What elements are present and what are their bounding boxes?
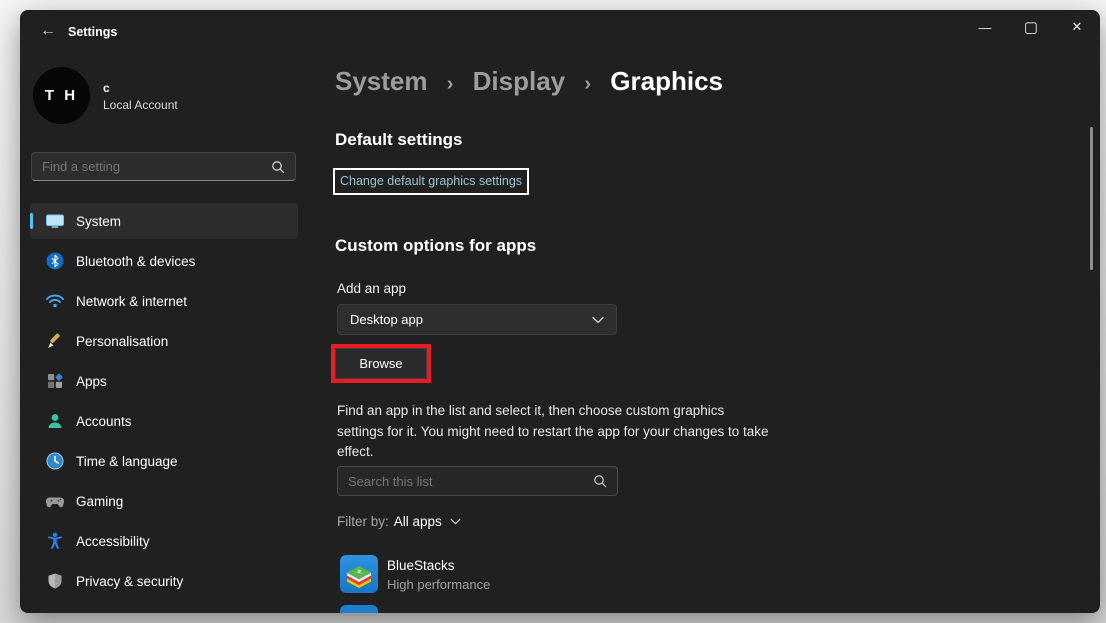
change-default-graphics-link-focus: Change default graphics settings: [333, 168, 529, 195]
chevron-down-icon: [592, 316, 604, 324]
sidebar-item-system[interactable]: System: [30, 203, 298, 239]
app-graphics-preference: High performance: [387, 577, 490, 592]
minimize-button[interactable]: —: [962, 10, 1008, 44]
back-arrow-icon: ←: [40, 22, 56, 40]
sidebar-item-time-language[interactable]: Time & language: [30, 443, 298, 479]
filter-by-label: Filter by:: [337, 514, 389, 529]
sidebar-item-privacy[interactable]: Privacy & security: [30, 563, 298, 599]
breadcrumb-graphics: Graphics: [610, 66, 723, 96]
chevron-down-icon: [450, 518, 461, 525]
window-controls: — ▢ ✕: [962, 10, 1100, 44]
bluestacks-app-icon: [340, 555, 378, 593]
main-content: System › Display › Graphics Default sett…: [335, 50, 1100, 613]
settings-window: ← Settings — ▢ ✕ T H c Local Account: [20, 10, 1100, 613]
app-type-value: Desktop app: [350, 312, 592, 327]
window-title: Settings: [68, 25, 117, 39]
wifi-icon: [44, 290, 66, 312]
sidebar-item-accessibility[interactable]: Accessibility: [30, 523, 298, 559]
person-icon: [44, 410, 66, 432]
close-button[interactable]: ✕: [1054, 10, 1100, 44]
shield-icon: [44, 570, 66, 592]
maximize-button[interactable]: ▢: [1008, 10, 1054, 44]
sidebar-item-personalisation[interactable]: Personalisation: [30, 323, 298, 359]
next-app-icon-partial: [340, 605, 378, 613]
custom-options-description: Find an app in the list and select it, t…: [337, 401, 771, 463]
filter-by-value: All apps: [394, 514, 442, 529]
breadcrumb-separator: ›: [435, 73, 466, 95]
maximize-icon: ▢: [1024, 18, 1038, 36]
add-app-label: Add an app: [337, 281, 406, 296]
red-highlight-annotation: Browse: [331, 344, 431, 383]
selected-accent-pill: [30, 213, 33, 229]
sidebar-item-bluetooth[interactable]: Bluetooth & devices: [30, 243, 298, 279]
find-setting-input[interactable]: [42, 159, 271, 174]
search-list-box[interactable]: [337, 466, 618, 496]
sidebar-item-apps[interactable]: Apps: [30, 363, 298, 399]
breadcrumb-separator: ›: [572, 73, 603, 95]
back-button[interactable]: ←: [32, 18, 64, 44]
sidebar-item-network[interactable]: Network & internet: [30, 283, 298, 319]
sidebar-item-label: System: [76, 214, 121, 229]
apps-icon: [44, 370, 66, 392]
search-icon: [593, 474, 607, 488]
bluetooth-icon: [44, 250, 66, 272]
vertical-scrollbar[interactable]: [1090, 127, 1093, 270]
brush-icon: [44, 330, 66, 352]
sidebar-item-gaming[interactable]: Gaming: [30, 483, 298, 519]
account-type-label: Local Account: [103, 98, 178, 112]
browse-button[interactable]: Browse: [335, 348, 427, 379]
breadcrumb-display[interactable]: Display: [473, 66, 566, 96]
breadcrumb: System › Display › Graphics: [335, 66, 723, 97]
app-name: BlueStacks: [387, 558, 490, 573]
display-icon: [44, 210, 66, 232]
sidebar-item-accounts[interactable]: Accounts: [30, 403, 298, 439]
default-settings-heading: Default settings: [335, 130, 463, 150]
search-list-input[interactable]: [348, 474, 593, 489]
sidebar: T H c Local Account System: [20, 50, 320, 613]
user-name: c: [103, 81, 110, 95]
minimize-icon: —: [979, 20, 992, 35]
breadcrumb-system[interactable]: System: [335, 66, 428, 96]
close-icon: ✕: [1072, 19, 1083, 35]
find-setting-search[interactable]: [31, 152, 296, 181]
filter-by-dropdown[interactable]: Filter by: All apps: [337, 514, 461, 529]
change-default-graphics-link[interactable]: Change default graphics settings: [340, 174, 522, 188]
gamepad-icon: [44, 490, 66, 512]
titlebar: ← Settings — ▢ ✕: [20, 10, 1100, 50]
accessibility-icon: [44, 530, 66, 552]
clock-icon: [44, 450, 66, 472]
avatar[interactable]: T H: [33, 67, 90, 124]
search-icon: [271, 160, 285, 174]
custom-options-heading: Custom options for apps: [335, 236, 536, 256]
app-list-item-bluestacks[interactable]: BlueStacks High performance: [340, 555, 490, 593]
sidebar-nav: System Bluetooth & devices: [30, 203, 298, 603]
app-type-dropdown[interactable]: Desktop app: [337, 304, 617, 335]
